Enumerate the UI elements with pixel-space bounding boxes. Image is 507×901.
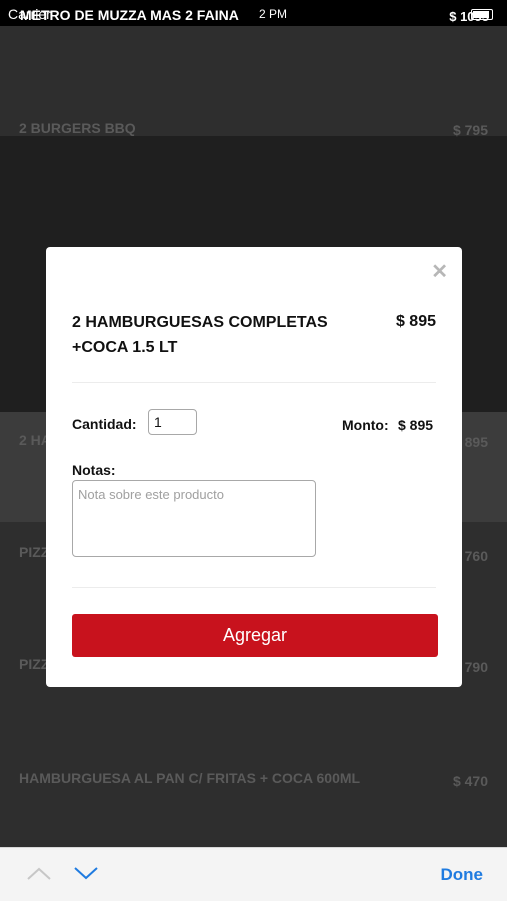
notes-label: Notas: <box>72 462 116 478</box>
keyboard-accessory-bar: Done <box>0 847 507 901</box>
done-button[interactable]: Done <box>441 865 484 885</box>
amount-label: Monto: <box>342 417 389 433</box>
list-item[interactable]: 2 BURGERS BBQ $ 795 <box>0 26 507 138</box>
list-item-price: $ 795 <box>452 122 488 138</box>
divider <box>72 587 436 588</box>
list-item-title: 2 BURGERS BBQ <box>19 120 136 136</box>
list-item-title: PIZZ <box>19 656 50 672</box>
selected-product-header: METRO DE MUZZA MAS 2 FAINA $ 1095 <box>0 0 507 30</box>
add-button[interactable]: Agregar <box>72 614 438 657</box>
chevron-up-icon[interactable] <box>26 860 52 886</box>
divider <box>72 382 436 383</box>
add-product-dialog: ✕ 2 HAMBURGUESAS COMPLETAS +COCA 1.5 LT … <box>46 247 462 687</box>
product-price: $ 895 <box>395 313 436 330</box>
close-icon[interactable]: ✕ <box>431 259 448 284</box>
list-item-title: HAMBURGUESA AL PAN C/ FRITAS + COCA 600M… <box>19 770 361 786</box>
quantity-label: Cantidad: <box>72 416 137 432</box>
header-title: METRO DE MUZZA MAS 2 FAINA <box>20 7 239 23</box>
list-item-price: 895 <box>464 434 488 450</box>
header-price: $ 1095 <box>449 9 489 24</box>
notes-input[interactable] <box>72 480 316 557</box>
product-title: 2 HAMBURGUESAS COMPLETAS +COCA 1.5 LT <box>72 314 328 356</box>
list-item-price: 790 <box>464 659 488 675</box>
list-item-price: 760 <box>464 548 488 564</box>
list-item-title: PIZZ <box>19 544 50 560</box>
amount-value: $ 895 <box>398 417 434 433</box>
list-item-price: $ 470 <box>452 773 488 789</box>
list-item[interactable]: HAMBURGUESA AL PAN C/ FRITAS + COCA 600M… <box>0 742 507 852</box>
quantity-input[interactable] <box>148 409 197 435</box>
chevron-down-icon[interactable] <box>73 860 99 886</box>
